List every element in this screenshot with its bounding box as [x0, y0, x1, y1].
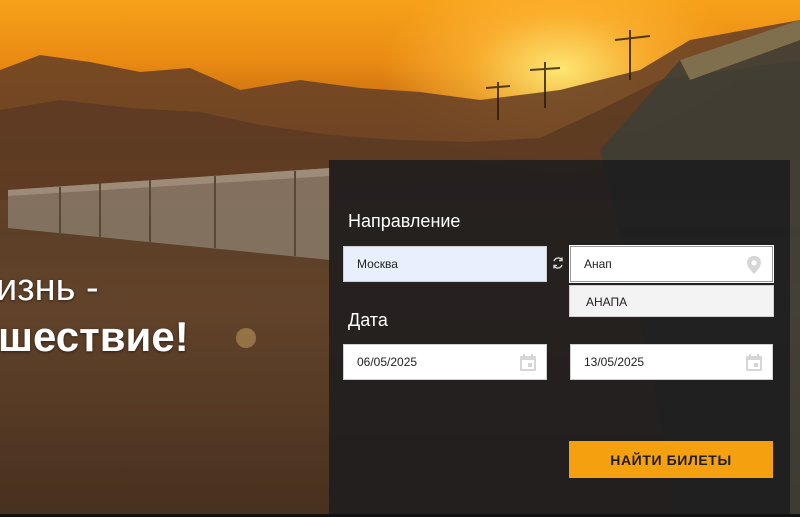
calendar-icon[interactable]	[744, 352, 764, 374]
departure-date-field[interactable]	[343, 344, 547, 380]
from-station-input[interactable]	[357, 257, 546, 271]
suggestion-item-anapa[interactable]: АНАПА	[586, 295, 627, 309]
location-pin-icon[interactable]	[744, 254, 764, 276]
return-date-field[interactable]	[570, 344, 773, 380]
to-station-field[interactable]	[570, 246, 773, 282]
swap-icon[interactable]	[551, 256, 565, 270]
calendar-icon[interactable]	[518, 352, 538, 374]
date-label: Дата	[348, 310, 388, 330]
station-suggestions-dropdown: АНАПА	[569, 285, 774, 317]
find-tickets-button[interactable]: НАЙТИ БИЛЕТЫ	[569, 441, 773, 478]
from-station-field[interactable]	[343, 246, 547, 282]
headline-line-2: шествие!	[0, 313, 189, 360]
headline-line-1: изнь -	[0, 267, 99, 309]
direction-label: Направление	[348, 211, 461, 231]
